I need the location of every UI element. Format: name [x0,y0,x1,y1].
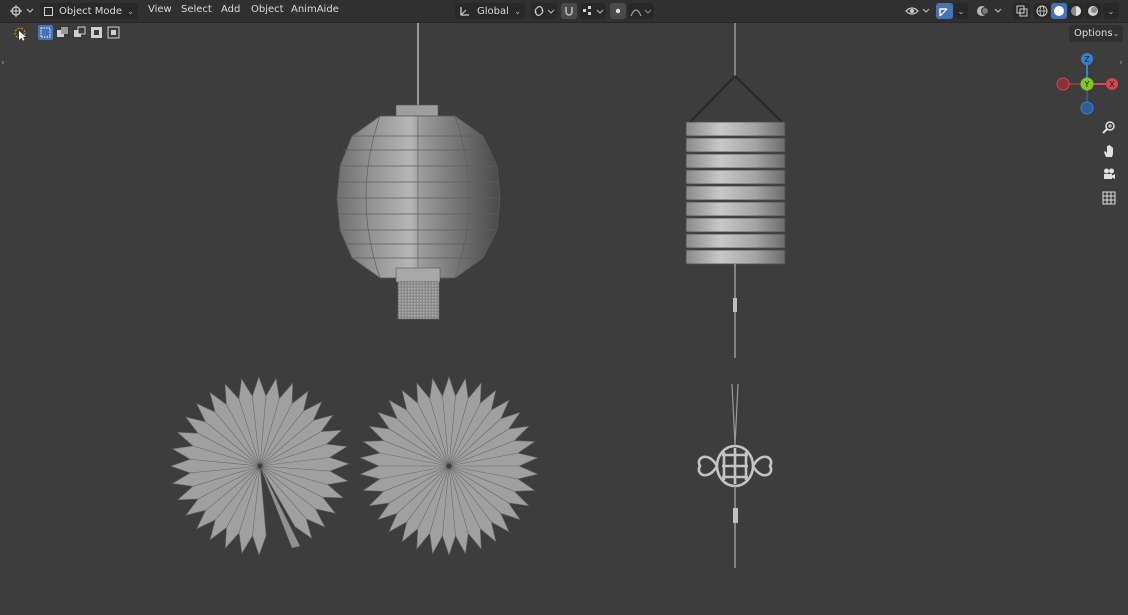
pivot-link-icon [534,6,555,16]
chevron-down-icon: ⌄ [957,6,965,16]
solid-shading-icon [1054,6,1064,16]
svg-text:Z: Z [1084,55,1090,64]
pan-button[interactable] [1098,140,1120,162]
material-shading-icon [1071,6,1081,16]
paper-fan-full[interactable] [359,376,539,556]
wireframe-shading-icon [1036,5,1048,17]
overlays-button[interactable] [975,3,1007,19]
svg-text:X: X [1109,80,1115,89]
object-mode-icon [44,6,53,16]
transform-orientation-dropdown[interactable]: Global ⌄ [455,3,525,19]
chevron-down-icon: ⌄ [514,6,521,16]
mode-dropdown-value: Object Mode [59,5,122,17]
visibility-button[interactable] [904,3,932,19]
overlays-icon [977,6,1002,16]
3d-viewport-icon [10,5,34,17]
visibility-eye-icon [905,7,930,15]
menu-animaide[interactable]: AnimAide [291,4,339,15]
pivot-point-button[interactable] [531,3,557,19]
shading-solid-button[interactable] [1051,3,1067,19]
round-paper-lantern[interactable] [336,23,501,320]
shading-rendered-button[interactable] [1085,3,1101,19]
editor-type-button[interactable] [7,3,35,19]
snap-target-button[interactable] [580,3,606,19]
camera-icon [1104,168,1115,179]
gizmo-toggle-icon [939,7,948,16]
snap-magnet-icon [565,7,573,16]
rendered-shading-icon [1088,6,1098,16]
proportional-edit-icon [615,8,621,14]
gizmo-toggle-button[interactable] [936,3,953,19]
svg-text:Y: Y [1084,80,1090,89]
falloff-curve-icon [630,9,652,17]
snap-increment-icon [583,6,604,15]
menu-view[interactable]: View [148,4,172,15]
zoom-button[interactable] [1098,116,1120,138]
xray-toggle-button[interactable] [1013,3,1030,19]
3d-viewport[interactable]: Z X Y [0,23,1128,615]
chinese-knot-ornament[interactable] [697,383,773,568]
proportional-edit-button[interactable] [610,3,626,19]
cylinder-paper-lantern[interactable] [685,23,786,358]
camera-view-button[interactable] [1098,163,1120,185]
viewport-header: Object Mode ⌄ View Select Add Object Ani… [0,0,1128,23]
chevron-down-icon: ⌄ [127,6,134,16]
shading-wireframe-button[interactable] [1034,3,1050,19]
menu-object[interactable]: Object [251,4,284,15]
paper-fan-partial[interactable] [170,376,350,556]
xray-icon [1016,5,1027,17]
perspective-grid-icon [1102,191,1116,205]
shading-material-button[interactable] [1068,3,1084,19]
zoom-icon [1102,121,1115,134]
shading-dropdown-button[interactable]: ⌄ [1103,3,1119,19]
mode-dropdown[interactable]: Object Mode ⌄ [40,3,138,19]
gizmo-dropdown-button[interactable]: ⌄ [954,3,968,19]
orientation-icon [460,7,469,16]
transform-orientation-value: Global [477,5,509,17]
falloff-button[interactable] [628,3,654,19]
menu-select[interactable]: Select [181,4,212,15]
snap-toggle-button[interactable] [561,3,577,19]
perspective-toggle-button[interactable] [1098,187,1120,209]
chevron-down-icon: ⌄ [1107,6,1115,16]
navigation-gizmo[interactable]: Z X Y [1056,53,1118,115]
menu-add[interactable]: Add [221,4,240,15]
pan-hand-icon [1104,145,1113,157]
